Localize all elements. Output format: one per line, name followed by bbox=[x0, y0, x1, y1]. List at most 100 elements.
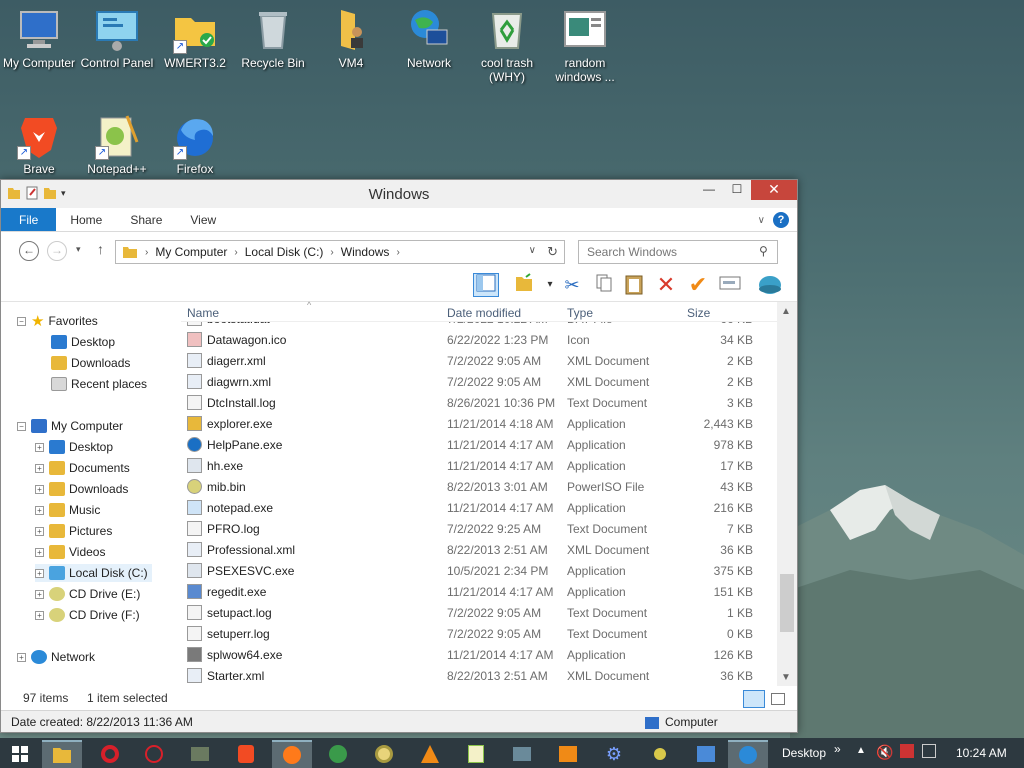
flag-alert-icon[interactable] bbox=[900, 744, 914, 758]
cut-icon[interactable]: ✂ bbox=[559, 273, 585, 297]
volume-muted-icon[interactable]: 🔇 bbox=[876, 744, 893, 761]
large-icons-view-icon[interactable] bbox=[771, 693, 785, 705]
expand-icon[interactable]: + bbox=[35, 610, 44, 620]
table-row[interactable]: hh.exe 11/21/2014 4:17 AM Application 17 KB bbox=[181, 455, 777, 476]
expand-icon[interactable]: + bbox=[35, 463, 44, 473]
desktop-icon-control-panel[interactable]: Control Panel bbox=[78, 6, 156, 70]
taskbar-explorer[interactable] bbox=[42, 740, 82, 768]
table-row[interactable]: diagwrn.xml 7/2/2022 9:05 AM XML Document 2… bbox=[181, 371, 777, 392]
table-row[interactable]: HelpPane.exe 11/21/2014 4:17 AM Applicatio… bbox=[181, 434, 777, 455]
refresh-icon[interactable]: ↻ bbox=[547, 244, 558, 260]
taskbar-media-player[interactable] bbox=[548, 740, 588, 768]
table-row[interactable]: bootstat.dat 7/2/2022 10:22 AM DAT File 66 … bbox=[181, 322, 777, 329]
chevron-down-icon[interactable]: ∨ bbox=[758, 215, 765, 226]
paste-icon[interactable] bbox=[621, 273, 647, 297]
taskbar-opera[interactable] bbox=[90, 740, 130, 768]
rename-icon[interactable] bbox=[717, 273, 743, 297]
expand-icon[interactable]: + bbox=[35, 505, 44, 515]
search-input[interactable]: Search Windows bbox=[578, 240, 778, 264]
toolbar-overflow-icon[interactable]: » bbox=[834, 742, 841, 756]
nav-pc-cd-e[interactable]: + CD Drive (E:) bbox=[35, 585, 140, 603]
desktop-icon-network[interactable]: Network bbox=[390, 6, 468, 70]
tab-file[interactable]: File bbox=[1, 208, 57, 231]
clock[interactable]: 10:24 AM bbox=[956, 746, 1007, 760]
column-date[interactable]: Date modified bbox=[447, 306, 521, 320]
desktop-icon-my-computer[interactable]: My Computer bbox=[0, 6, 78, 70]
table-row[interactable]: Starter.xml 8/22/2013 2:51 AM XML Document… bbox=[181, 665, 777, 684]
table-row[interactable]: splwow64.exe 11/21/2014 4:17 AM Applicatio… bbox=[181, 644, 777, 665]
copy-icon[interactable] bbox=[591, 273, 617, 297]
table-row[interactable]: Professional.xml 8/22/2013 2:51 AM XML Doc… bbox=[181, 539, 777, 560]
column-name[interactable]: Name bbox=[187, 306, 219, 320]
rename-check-icon[interactable]: ✔ bbox=[685, 273, 711, 297]
nav-pc-cd-f[interactable]: + CD Drive (F:) bbox=[35, 606, 140, 624]
taskbar-app-4[interactable] bbox=[640, 740, 680, 768]
explorer-window[interactable]: ▾ Windows — ☐ ✕ File Home Share View ∨ ?… bbox=[0, 179, 798, 733]
nav-pc-local-disk[interactable]: + Local Disk (C:) bbox=[35, 564, 152, 582]
title-bar[interactable]: ▾ Windows — ☐ ✕ bbox=[1, 180, 797, 208]
column-type[interactable]: Type bbox=[567, 306, 593, 320]
nav-fav-desktop[interactable]: Desktop bbox=[51, 333, 115, 351]
nav-pc-documents[interactable]: + Documents bbox=[35, 459, 130, 477]
chevron-down-icon[interactable]: ∨ bbox=[529, 245, 536, 256]
up-arrow-icon[interactable]: ↑ bbox=[97, 241, 104, 257]
close-button[interactable]: ✕ bbox=[751, 180, 797, 200]
desktop-icon-notepadpp[interactable]: ↗ Notepad++ bbox=[78, 112, 156, 176]
table-row[interactable]: PSEXESVC.exe 10/5/2021 2:34 PM Application… bbox=[181, 560, 777, 581]
desktop-icon-wmert[interactable]: ↗ WMERT3.2 bbox=[156, 6, 234, 70]
world-icon[interactable] bbox=[757, 273, 783, 297]
table-row[interactable]: explorer.exe 11/21/2014 4:18 AM Applicatio… bbox=[181, 413, 777, 434]
network-tray-icon[interactable] bbox=[922, 744, 936, 758]
expand-icon[interactable]: + bbox=[35, 526, 44, 536]
table-row[interactable]: DtcInstall.log 8/26/2021 10:36 PM Text Doc… bbox=[181, 392, 777, 413]
desktop-icon-firefox[interactable]: ↗ Firefox bbox=[156, 112, 234, 176]
minimize-button[interactable]: — bbox=[695, 180, 723, 200]
taskbar-app-3[interactable] bbox=[502, 740, 542, 768]
taskbar-firefox[interactable] bbox=[272, 740, 312, 768]
expand-icon[interactable]: + bbox=[35, 568, 44, 578]
delete-icon[interactable]: ✕ bbox=[653, 273, 679, 297]
collapse-icon[interactable]: − bbox=[17, 421, 26, 431]
back-button[interactable]: ← bbox=[19, 241, 39, 261]
table-row[interactable]: setuperr.log 7/2/2022 9:05 AM Text Documen… bbox=[181, 623, 777, 644]
nav-network[interactable]: + Network bbox=[17, 648, 95, 666]
vertical-scrollbar[interactable]: ▲ ▼ bbox=[777, 302, 797, 686]
nav-fav-downloads[interactable]: Downloads bbox=[51, 354, 130, 372]
desktop-icon-vm4[interactable]: VM4 bbox=[312, 6, 390, 70]
tab-share[interactable]: Share bbox=[116, 208, 176, 231]
taskbar-app[interactable] bbox=[180, 740, 220, 768]
desktop-icon-brave[interactable]: ↗ Brave bbox=[0, 112, 78, 176]
expand-icon[interactable]: + bbox=[35, 484, 44, 494]
table-row[interactable]: diagerr.xml 7/2/2022 9:05 AM XML Document 2… bbox=[181, 350, 777, 371]
expand-icon[interactable]: + bbox=[35, 547, 44, 557]
collapse-icon[interactable]: − bbox=[17, 316, 26, 326]
breadcrumb-windows[interactable]: Windows bbox=[341, 245, 390, 259]
details-view-icon[interactable] bbox=[743, 690, 765, 708]
column-size[interactable]: Size bbox=[687, 306, 710, 320]
taskbar-poweriso[interactable] bbox=[364, 740, 404, 768]
scroll-thumb[interactable] bbox=[780, 574, 794, 632]
table-row[interactable]: Datawagon.ico 6/22/2022 1:23 PM Icon 34 KB bbox=[181, 329, 777, 350]
taskbar-app-2[interactable] bbox=[318, 740, 358, 768]
taskbar-app-5[interactable] bbox=[728, 740, 768, 768]
nav-pc-pictures[interactable]: + Pictures bbox=[35, 522, 112, 540]
table-row[interactable]: regedit.exe 11/21/2014 4:17 AM Application… bbox=[181, 581, 777, 602]
nav-favorites[interactable]: − ★ Favorites bbox=[17, 312, 98, 330]
forward-button[interactable]: → bbox=[47, 241, 67, 261]
nav-pc-desktop[interactable]: + Desktop bbox=[35, 438, 113, 456]
taskbar-brave[interactable] bbox=[226, 740, 266, 768]
desktop-icon-random-windows[interactable]: random windows ... bbox=[546, 6, 624, 84]
start-button[interactable] bbox=[0, 740, 40, 768]
taskbar-settings[interactable]: ⚙ bbox=[594, 740, 634, 768]
desktop-icon-cool-trash[interactable]: cool trash (WHY) bbox=[468, 6, 546, 84]
table-row[interactable]: setupact.log 7/2/2022 9:05 AM Text Documen… bbox=[181, 602, 777, 623]
properties-folder-icon[interactable] bbox=[511, 273, 537, 297]
preview-pane-icon[interactable] bbox=[473, 273, 499, 297]
search-icon[interactable]: ⚲ bbox=[759, 244, 768, 258]
nav-my-computer[interactable]: − My Computer bbox=[17, 417, 123, 435]
address-bar[interactable]: › My Computer › Local Disk (C:) › Window… bbox=[115, 240, 565, 264]
tray-chevron-icon[interactable]: ▲ bbox=[856, 745, 866, 756]
scroll-down-icon[interactable]: ▼ bbox=[781, 672, 791, 683]
nav-pc-music[interactable]: + Music bbox=[35, 501, 100, 519]
breadcrumb-local-disk[interactable]: Local Disk (C:) bbox=[245, 245, 324, 259]
